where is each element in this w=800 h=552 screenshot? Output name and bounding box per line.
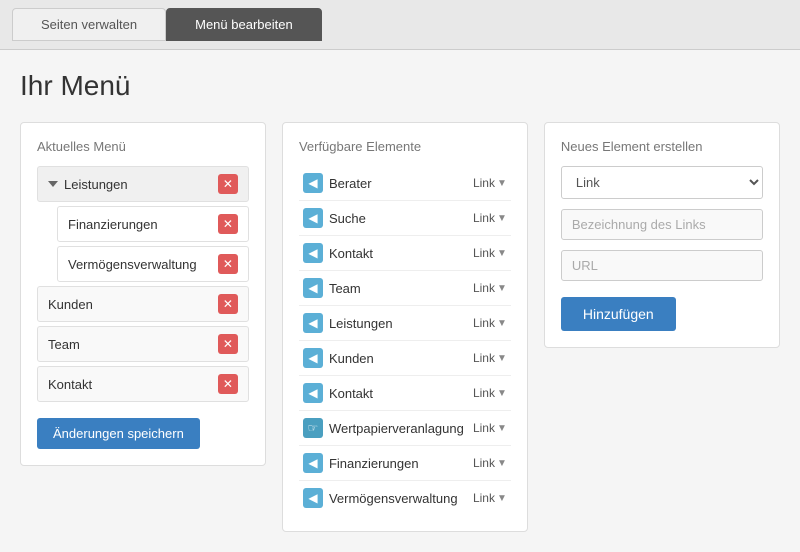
add-leistungen-button[interactable]: ◀ [303, 313, 323, 333]
chevron-icon: ▼ [497, 283, 507, 294]
current-menu-panel: Aktuelles Menü Leistungen ✕ Finanzierung… [20, 122, 266, 466]
menu-item-vermoegensverwaltung: Vermögensverwaltung ✕ [57, 246, 249, 282]
chevron-icon: ▼ [497, 318, 507, 329]
add-kontakt2-button[interactable]: ◀ [303, 383, 323, 403]
link-dropdown-finanzierungen[interactable]: Link ▼ [473, 456, 507, 470]
new-element-panel: Neues Element erstellen Link Hinzufügen [544, 122, 780, 348]
link-dropdown-leistungen[interactable]: Link ▼ [473, 316, 507, 330]
menu-item-kontakt: Kontakt ✕ [37, 366, 249, 402]
link-dropdown-wertpapier[interactable]: Link ▼ [473, 421, 507, 435]
url-input[interactable] [561, 250, 763, 281]
available-item-name-vermoegensverwaltung: Vermögensverwaltung [329, 491, 458, 506]
available-item-name-leistungen: Leistungen [329, 316, 393, 331]
remove-vermoegensverwaltung-button[interactable]: ✕ [218, 254, 238, 274]
type-select[interactable]: Link [561, 166, 763, 199]
available-item-team: ◀ Team Link ▼ [299, 271, 511, 306]
available-item-vermoegensverwaltung: ◀ Vermögensverwaltung Link ▼ [299, 481, 511, 515]
available-item-finanzierungen: ◀ Finanzierungen Link ▼ [299, 446, 511, 481]
link-dropdown-kunden[interactable]: Link ▼ [473, 351, 507, 365]
add-team-button[interactable]: ◀ [303, 278, 323, 298]
available-item-name-finanzierungen: Finanzierungen [329, 456, 419, 471]
available-item-name-suche: Suche [329, 211, 366, 226]
menu-item-team: Team ✕ [37, 326, 249, 362]
available-item-name-kunden: Kunden [329, 351, 374, 366]
menu-item-label-kunden: Kunden [48, 297, 93, 312]
chevron-icon: ▼ [497, 388, 507, 399]
available-item-wertpapier: ☞ Wertpapierveranlagung Link ▼ [299, 411, 511, 446]
available-item-name-berater: Berater [329, 176, 372, 191]
available-item-kontakt2: ◀ Kontakt Link ▼ [299, 376, 511, 411]
add-berater-button[interactable]: ◀ [303, 173, 323, 193]
menu-item-finanzierungen: Finanzierungen ✕ [57, 206, 249, 242]
available-item-leistungen: ◀ Leistungen Link ▼ [299, 306, 511, 341]
available-item-name-wertpapier: Wertpapierveranlagung [329, 421, 464, 436]
add-wertpapier-button[interactable]: ☞ [303, 418, 323, 438]
chevron-icon: ▼ [497, 493, 507, 504]
chevron-icon: ▼ [497, 213, 507, 224]
add-suche-button[interactable]: ◀ [303, 208, 323, 228]
menu-item-leistungen: Leistungen ✕ [37, 166, 249, 202]
name-form-group [561, 209, 763, 240]
menu-item-label-leistungen: Leistungen [48, 177, 128, 192]
available-item-kunden: ◀ Kunden Link ▼ [299, 341, 511, 376]
available-item-name-kontakt: Kontakt [329, 246, 373, 261]
arrow-down-icon [48, 181, 58, 187]
link-dropdown-suche[interactable]: Link ▼ [473, 211, 507, 225]
available-elements-panel: Verfügbare Elemente ◀ Berater Link ▼ ◀ S… [282, 122, 528, 532]
add-vermoegensverwaltung-button[interactable]: ◀ [303, 488, 323, 508]
name-input[interactable] [561, 209, 763, 240]
menu-item-label-kontakt: Kontakt [48, 377, 92, 392]
new-element-title: Neues Element erstellen [561, 139, 763, 154]
tab-seiten-verwalten[interactable]: Seiten verwalten [12, 8, 166, 41]
menu-item-label-vermoegensverwaltung: Vermögensverwaltung [68, 257, 197, 272]
available-item-suche: ◀ Suche Link ▼ [299, 201, 511, 236]
link-dropdown-vermoegensverwaltung[interactable]: Link ▼ [473, 491, 507, 505]
link-dropdown-team[interactable]: Link ▼ [473, 281, 507, 295]
chevron-icon: ▼ [497, 423, 507, 434]
columns-container: Aktuelles Menü Leistungen ✕ Finanzierung… [20, 122, 780, 532]
menu-item-label-finanzierungen: Finanzierungen [68, 217, 158, 232]
menu-item-label-team: Team [48, 337, 80, 352]
remove-leistungen-button[interactable]: ✕ [218, 174, 238, 194]
add-button[interactable]: Hinzufügen [561, 297, 676, 331]
page-content: Ihr Menü Aktuelles Menü Leistungen ✕ Fin… [0, 50, 800, 552]
page-title: Ihr Menü [20, 70, 780, 102]
link-dropdown-kontakt2[interactable]: Link ▼ [473, 386, 507, 400]
current-menu-title: Aktuelles Menü [37, 139, 249, 154]
link-dropdown-berater[interactable]: Link ▼ [473, 176, 507, 190]
add-kontakt-button[interactable]: ◀ [303, 243, 323, 263]
chevron-icon: ▼ [497, 248, 507, 259]
available-item-kontakt: ◀ Kontakt Link ▼ [299, 236, 511, 271]
remove-kontakt-button[interactable]: ✕ [218, 374, 238, 394]
tab-menu-bearbeiten[interactable]: Menü bearbeiten [166, 8, 322, 41]
link-dropdown-kontakt[interactable]: Link ▼ [473, 246, 507, 260]
remove-team-button[interactable]: ✕ [218, 334, 238, 354]
available-item-name-team: Team [329, 281, 361, 296]
remove-kunden-button[interactable]: ✕ [218, 294, 238, 314]
add-finanzierungen-button[interactable]: ◀ [303, 453, 323, 473]
chevron-icon: ▼ [497, 178, 507, 189]
add-kunden-button[interactable]: ◀ [303, 348, 323, 368]
chevron-icon: ▼ [497, 353, 507, 364]
available-item-berater: ◀ Berater Link ▼ [299, 166, 511, 201]
available-item-name-kontakt2: Kontakt [329, 386, 373, 401]
remove-finanzierungen-button[interactable]: ✕ [218, 214, 238, 234]
save-changes-button[interactable]: Änderungen speichern [37, 418, 200, 449]
url-form-group [561, 250, 763, 281]
menu-item-kunden: Kunden ✕ [37, 286, 249, 322]
tab-bar: Seiten verwalten Menü bearbeiten [0, 0, 800, 50]
chevron-icon: ▼ [497, 458, 507, 469]
available-elements-title: Verfügbare Elemente [299, 139, 511, 154]
type-form-group: Link [561, 166, 763, 199]
